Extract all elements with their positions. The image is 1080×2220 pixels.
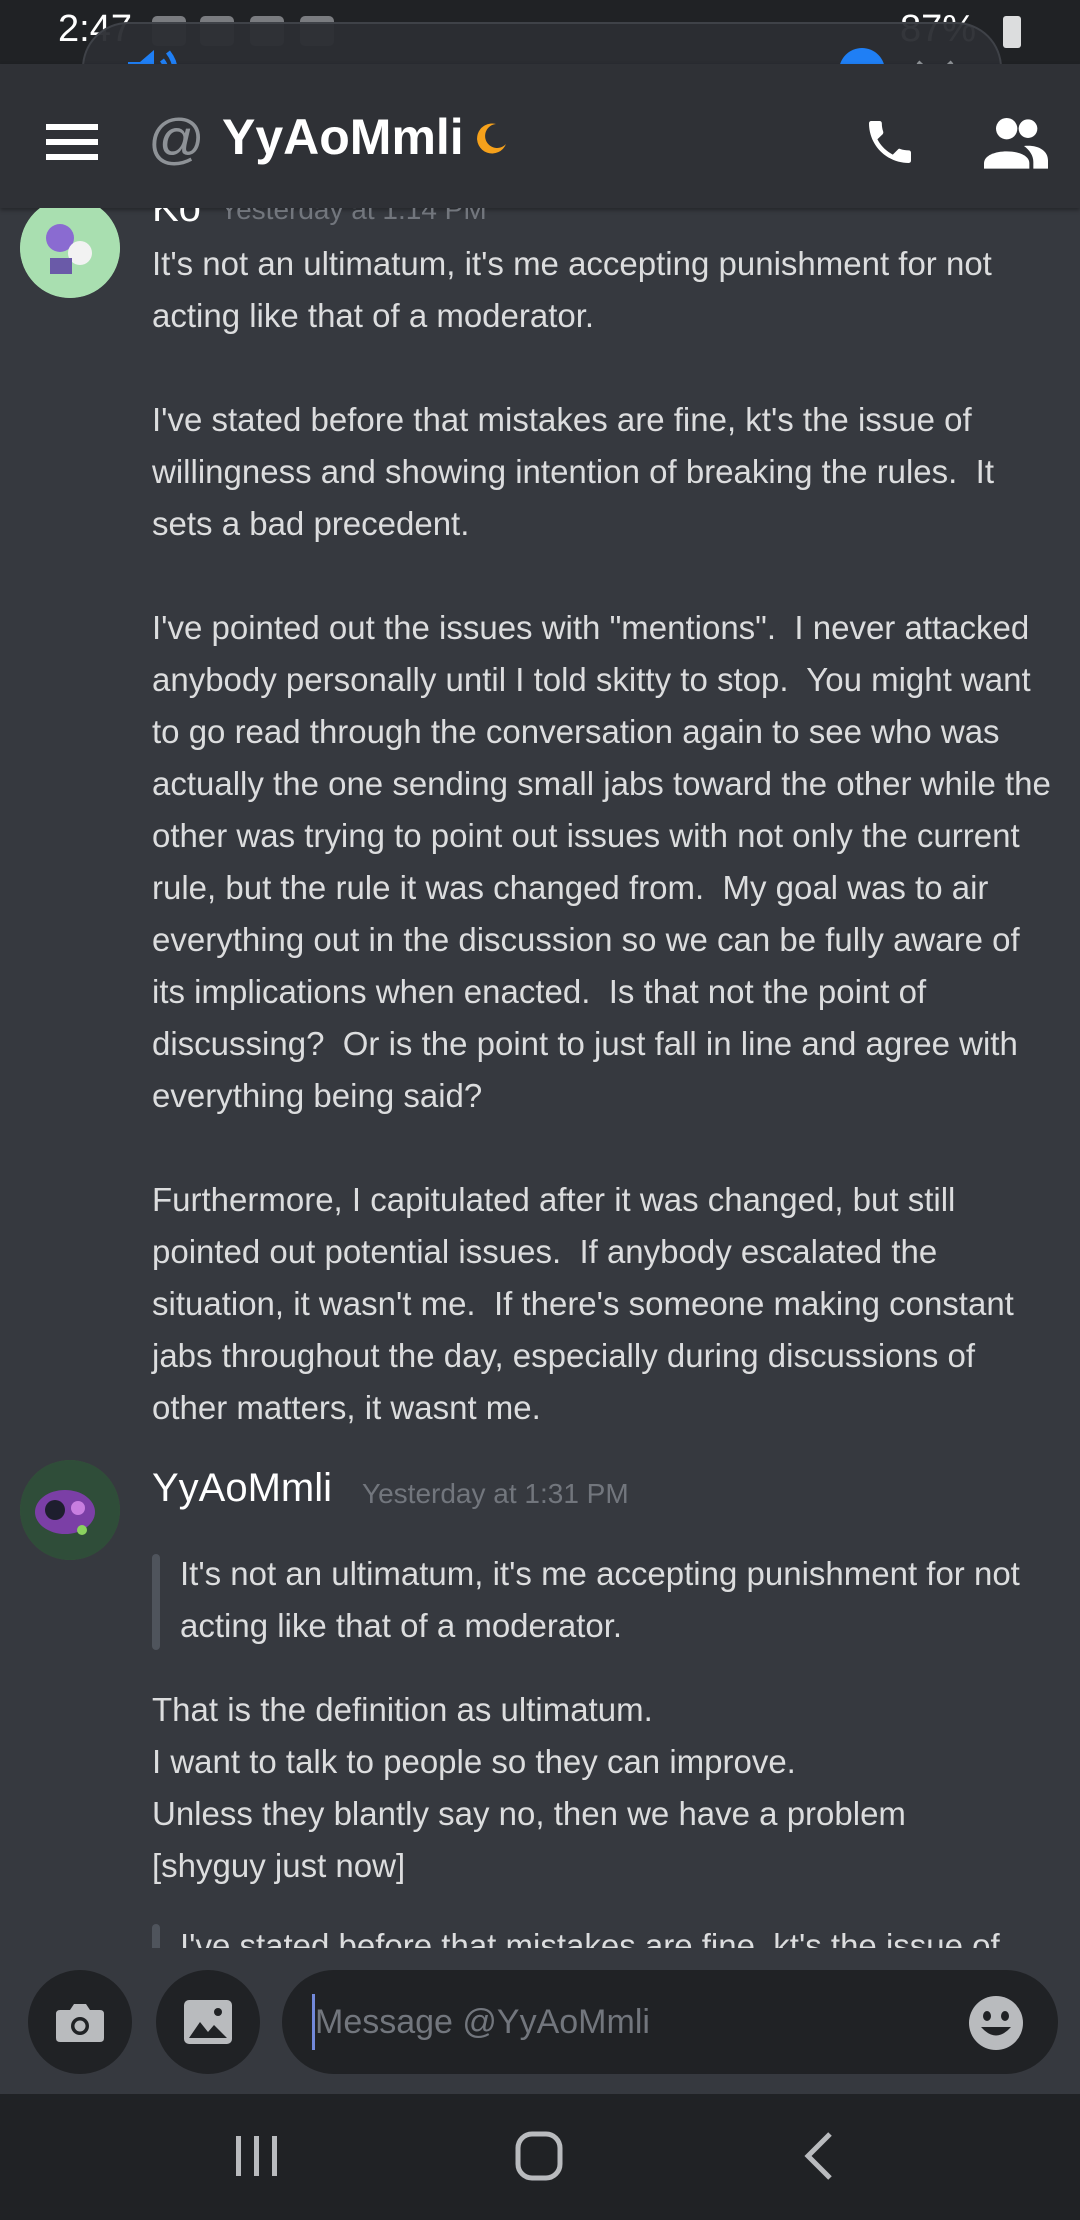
members-icon[interactable] (984, 114, 1048, 170)
message-text: It's not an ultimatum, it's me accepting… (152, 245, 1051, 1426)
app-header: @ YyAoMmli (0, 64, 1080, 208)
message-input[interactable] (312, 1994, 935, 2050)
message-composer (0, 1948, 1080, 2094)
message-author[interactable]: YyAoMmli (152, 1466, 332, 1511)
quote-bar (152, 1554, 160, 1650)
message-author[interactable]: Ko (152, 208, 201, 231)
moon-icon (477, 123, 506, 154)
camera-icon (56, 2004, 104, 2042)
quoted-text: It's not an ultimatum, it's me accepting… (180, 1555, 1030, 1644)
image-icon (184, 2000, 232, 2044)
message-text: That is the definition as ultimatum. I w… (152, 1691, 906, 1884)
quoted-text: I've stated before that mistakes are fin… (180, 1927, 1000, 1948)
avatar[interactable] (20, 1460, 120, 1560)
home-icon[interactable] (504, 2126, 574, 2186)
menu-icon[interactable] (46, 122, 98, 162)
recent-apps-icon[interactable] (222, 2126, 292, 2186)
gallery-button[interactable] (156, 1970, 260, 2074)
battery-icon (1003, 16, 1021, 48)
message-timestamp: Yesterday at 1:14 PM (220, 208, 487, 225)
at-icon: @ (148, 107, 205, 170)
message-list[interactable]: Ko Yesterday at 1:14 PM It's not an ulti… (0, 208, 1080, 1948)
back-icon[interactable] (786, 2126, 856, 2186)
emoji-icon[interactable] (967, 1994, 1025, 2052)
phone-icon[interactable] (862, 114, 918, 170)
message-box (282, 1970, 1058, 2074)
avatar[interactable] (20, 208, 120, 298)
channel-title: YyAoMmli (222, 109, 464, 165)
quote-bar (152, 1924, 160, 1948)
camera-button[interactable] (28, 1970, 132, 2074)
message-timestamp: Yesterday at 1:31 PM (362, 1478, 629, 1509)
system-navigation-bar (0, 2094, 1080, 2220)
